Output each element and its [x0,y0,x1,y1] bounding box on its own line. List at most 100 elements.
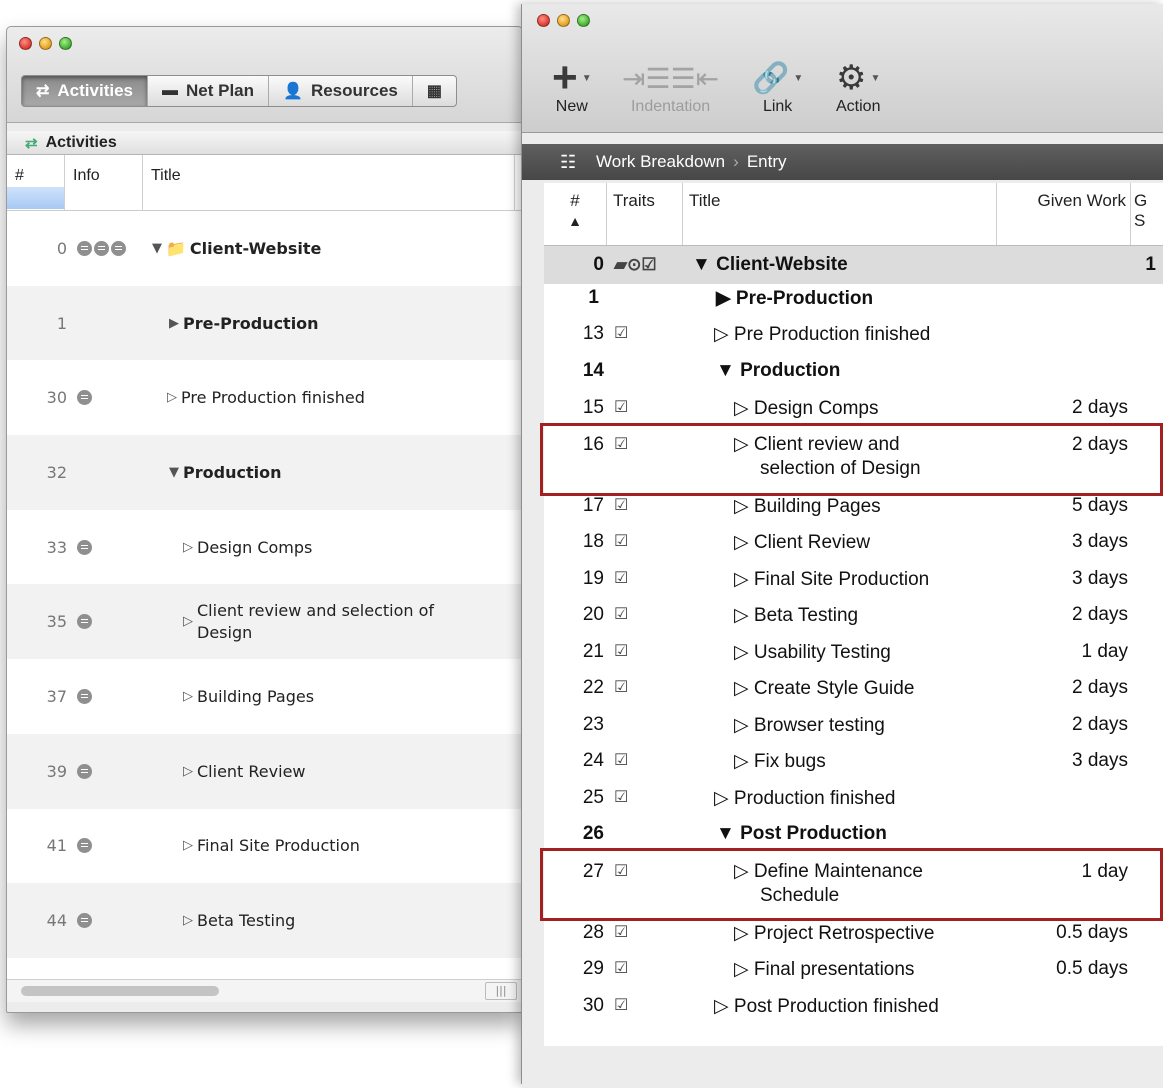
disclosure-open-icon[interactable]: ▼ [152,241,162,256]
given-work: 3 days [1072,531,1128,552]
given-work: 2 days [1072,714,1128,735]
horizontal-scrollbar[interactable]: ||| [7,979,522,1002]
table-row[interactable]: 33 ▷ Design Comps [7,510,522,585]
toolbar-label: Action [836,98,881,115]
scrollbar-thumb[interactable] [21,986,219,996]
window-controls [537,14,590,27]
disclosure-closed-icon[interactable]: ▷ [714,788,734,809]
row-number: 25 [582,787,604,808]
link-button[interactable]: 🔗 ▼ Link [752,58,803,116]
table-row[interactable]: 0 ▼ 📁 Client-Website [7,211,522,286]
disclosure-closed-icon[interactable]: ▶ [169,316,179,331]
disclosure-closed-icon[interactable]: ▷ [183,540,193,555]
row-title: ▷ Design Comps [734,397,879,420]
given-work: 5 days [1072,495,1128,516]
title-text: Building Pages [753,496,881,517]
close-button[interactable] [537,14,550,27]
column-header-given-work[interactable]: Given Work [997,183,1131,245]
tab-more[interactable]: ▦ [413,76,456,106]
tab-resources[interactable]: 👤 Resources [269,76,413,106]
disclosure-open-icon[interactable]: ▼ [716,360,740,381]
disclosure-closed-icon[interactable]: ▷ [734,496,754,517]
right-toolbar: + ▼ New ⇥☰☰⇤ Indentation 🔗 ▼ Link ⚙ ▼ Actio… [522,4,1163,133]
tab-net-plan[interactable]: ▬ Net Plan [148,76,270,106]
note-icon [77,838,92,854]
column-header-title[interactable]: Title [143,155,515,210]
disclosure-open-icon[interactable]: ▼ [692,254,716,275]
disclosure-closed-icon[interactable]: ▷ [183,764,193,779]
zoom-button[interactable] [577,14,590,27]
column-header-cut[interactable]: G S [1131,183,1161,245]
table-row[interactable]: 1 ▶ Pre-Production [7,285,522,361]
row-title: ▼ Production [169,435,281,510]
minimize-button[interactable] [39,37,52,50]
table-row[interactable]: 30 ▷ Pre Production finished [7,360,522,435]
new-button[interactable]: + ▼ New [552,53,592,116]
row-number: 26 [582,823,604,844]
tab-label: Net Plan [186,81,255,100]
column-header-number[interactable]: # ▲ [544,183,607,245]
disclosure-closed-icon[interactable]: ▷ [734,751,754,772]
table-row[interactable]: 41 ▷ Final Site Production [7,809,522,884]
disclosure-closed-icon[interactable]: ▷ [183,913,193,928]
resize-grip[interactable]: ||| [485,982,517,1000]
row-number: 0 [593,254,604,275]
row-title: ▶ Pre-Production [169,286,319,361]
disclosure-closed-icon[interactable]: ▷ [714,324,734,345]
disclosure-closed-icon[interactable]: ▷ [734,959,754,980]
column-header-title[interactable]: Title [683,183,997,245]
disclosure-closed-icon[interactable]: ▷ [734,715,754,736]
indentation-button[interactable]: ⇥☰☰⇤ Indentation [622,58,719,116]
row-number: 1 [588,287,599,308]
table-header: # ▲ Traits Title Given Work G S [544,183,1163,246]
disclosure-open-icon[interactable]: ▼ [169,465,179,480]
disclosure-closed-icon[interactable]: ▷ [714,996,734,1017]
disclosure-closed-icon[interactable]: ▷ [734,605,754,626]
column-header-number[interactable]: # [7,155,65,210]
disclosure-closed-icon[interactable]: ▶ [716,288,736,309]
column-header-info[interactable]: Info [65,155,143,210]
row-title: ▷ Building Pages [183,659,314,734]
disclosure-closed-icon[interactable]: ▷ [183,614,193,629]
zoom-button[interactable] [59,37,72,50]
title-text: Design Comps [197,537,313,557]
table-row[interactable]: 39 ▷ Client Review [7,733,522,809]
row-number: 30 [46,388,67,408]
tab-activities[interactable]: ⇄ Activities [22,76,148,106]
given-work: 3 days [1072,750,1128,771]
disclosure-open-icon[interactable]: ▼ [716,823,740,844]
disclosure-closed-icon[interactable]: ▷ [734,569,754,590]
action-button[interactable]: ⚙ ▼ Action [836,58,880,116]
breadcrumb-current[interactable]: Entry [747,152,787,172]
note-icon [111,240,126,256]
edit-icon: ☑ [614,643,629,660]
disclosure-closed-icon[interactable]: ▷ [734,642,754,663]
title-text: Design Comps [753,398,879,419]
column-header-traits[interactable]: Traits [607,183,683,245]
info-icons [77,211,126,286]
title-text: Pre-Production [735,288,874,309]
disclosure-closed-icon[interactable]: ▷ [183,689,193,704]
note-icon [77,913,92,929]
table-row[interactable]: 32 ▼ Production [7,435,522,510]
disclosure-closed-icon[interactable]: ▷ [183,838,193,853]
row-title: ▷ Client Review [183,734,306,809]
plus-icon: + [552,53,578,102]
info-icons [77,584,92,659]
disclosure-closed-icon[interactable]: ▷ [167,390,177,405]
breadcrumb-root[interactable]: Work Breakdown [596,152,725,172]
disclosure-closed-icon[interactable]: ▷ [734,398,754,419]
disclosure-closed-icon[interactable]: ▷ [734,532,754,553]
disclosure-closed-icon[interactable]: ▷ [734,678,754,699]
table-row[interactable]: 37 ▷ Building Pages [7,659,522,734]
disclosure-closed-icon[interactable]: ▷ [734,923,754,944]
column-label: G S [1134,191,1148,230]
given-work: 0.5 days [1056,922,1128,943]
table-row[interactable]: 0 ▰⊙☑ ▼ Client-Website 1 [544,246,1163,284]
row-number: 22 [582,677,604,698]
table-row[interactable]: 35 ▷ Client review and selection of Desi… [7,584,522,660]
title-text: Post Production finished [733,996,939,1017]
close-button[interactable] [19,37,32,50]
minimize-button[interactable] [557,14,570,27]
table-row[interactable]: 44 ▷ Beta Testing [7,883,522,958]
